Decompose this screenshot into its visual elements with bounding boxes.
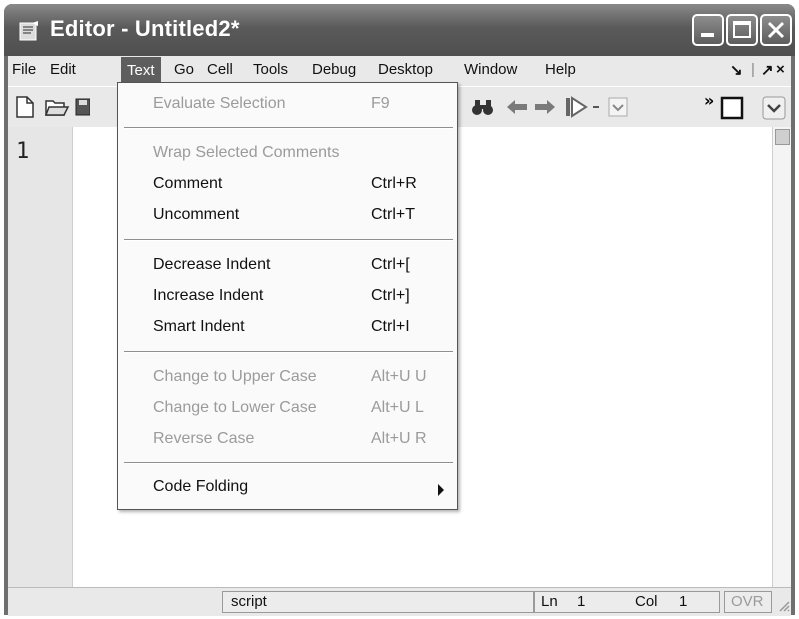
menu-item-label: Increase Indent [153, 287, 264, 304]
run-icon[interactable] [564, 96, 588, 118]
menu-item-change-to-upper-case[interactable]: Change to Upper Case Alt+U U [118, 364, 457, 392]
menu-item-label: Change to Upper Case [153, 368, 317, 385]
window-title: Editor - Untitled2* [50, 16, 240, 41]
menu-divider: | [751, 61, 755, 78]
menu-item-evaluate-selection[interactable]: Evaluate Selection F9 [118, 91, 457, 119]
menu-item-shortcut: Ctrl+I [371, 318, 410, 335]
col-value: 1 [679, 593, 688, 610]
close-icon [767, 21, 785, 39]
menu-window[interactable]: Window [464, 61, 517, 78]
toolbar-dropdown-icon[interactable] [762, 96, 786, 120]
menu-desktop[interactable]: Desktop [378, 61, 433, 78]
resize-grip-icon[interactable] [776, 598, 790, 612]
menu-item-label: Smart Indent [153, 318, 245, 335]
menu-item-shortcut: F9 [371, 95, 390, 112]
menu-item-uncomment[interactable]: Uncomment Ctrl+T [118, 202, 457, 230]
new-file-icon[interactable] [14, 95, 36, 119]
menu-item-label: Uncomment [153, 206, 240, 223]
position-field: Ln 1 Col 1 [534, 591, 720, 613]
menu-separator [124, 462, 453, 464]
menu-item-shortcut: Ctrl+] [371, 287, 410, 304]
dock-icon[interactable] [720, 96, 744, 120]
menu-debug[interactable]: Debug [312, 61, 356, 78]
menu-item-label: Wrap Selected Comments [153, 144, 340, 161]
vertical-scrollbar[interactable] [772, 127, 791, 587]
ln-value: 1 [577, 593, 586, 610]
ln-label: Ln [541, 593, 558, 610]
menu-item-shortcut: Ctrl+T [371, 206, 415, 223]
menu-cell[interactable]: Cell [207, 61, 233, 78]
menu-item-label: Evaluate Selection [153, 95, 286, 112]
close-button[interactable] [760, 14, 792, 46]
menu-item-code-folding[interactable]: Code Folding [118, 474, 457, 502]
find-binoculars-icon[interactable] [471, 97, 495, 117]
close-document-icon[interactable]: × [776, 61, 785, 78]
menu-item-label: Reverse Case [153, 430, 255, 447]
text-menu-dropdown: Evaluate Selection F9 Wrap Selected Comm… [117, 82, 458, 510]
run-dropdown-icon[interactable] [592, 104, 600, 110]
line-number-gutter: 1 [8, 127, 73, 587]
ovr-indicator: OVR [724, 591, 772, 613]
menu-separator [124, 351, 453, 353]
menu-item-increase-indent[interactable]: Increase Indent Ctrl+] [118, 283, 457, 311]
dock-arrow-icon[interactable]: ↗ [761, 61, 774, 79]
minimize-icon [701, 33, 714, 37]
title-bar[interactable]: Editor - Untitled2* [4, 4, 795, 56]
menu-go[interactable]: Go [174, 61, 194, 78]
menu-item-shortcut: Ctrl+R [371, 175, 417, 192]
menu-edit[interactable]: Edit [50, 61, 76, 78]
menu-item-shortcut: Alt+U L [371, 399, 424, 416]
menu-item-reverse-case[interactable]: Reverse Case Alt+U R [118, 426, 457, 454]
menu-separator [124, 239, 453, 241]
forward-arrow-icon[interactable] [533, 98, 557, 116]
back-arrow-icon[interactable] [505, 98, 529, 116]
menu-text[interactable]: Text [121, 57, 161, 85]
dropdown-icon[interactable] [608, 97, 628, 117]
file-type-field: script [222, 591, 534, 613]
save-icon[interactable] [74, 95, 90, 119]
menu-tools[interactable]: Tools [253, 61, 288, 78]
scrollbar-thumb[interactable] [775, 129, 790, 145]
menu-item-shortcut: Ctrl+[ [371, 256, 410, 273]
minimize-button[interactable] [692, 14, 724, 46]
maximize-icon [733, 21, 751, 38]
col-label: Col [635, 593, 658, 610]
submenu-arrow-icon [438, 484, 444, 496]
menu-item-label: Decrease Indent [153, 256, 271, 273]
undock-icon[interactable]: ↘ [730, 61, 743, 79]
overflow-icon[interactable]: » [704, 91, 714, 110]
menu-item-wrap-selected-comments[interactable]: Wrap Selected Comments [118, 140, 457, 168]
menu-item-label: Comment [153, 175, 223, 192]
menu-item-comment[interactable]: Comment Ctrl+R [118, 171, 457, 199]
menu-item-smart-indent[interactable]: Smart Indent Ctrl+I [118, 314, 457, 342]
menu-item-decrease-indent[interactable]: Decrease Indent Ctrl+[ [118, 252, 457, 280]
menu-item-change-to-lower-case[interactable]: Change to Lower Case Alt+U L [118, 395, 457, 423]
line-number: 1 [16, 139, 30, 164]
menu-file[interactable]: File [12, 61, 36, 78]
open-folder-icon[interactable] [44, 95, 70, 119]
maximize-button[interactable] [726, 14, 758, 46]
menu-help[interactable]: Help [545, 61, 576, 78]
menu-item-shortcut: Alt+U U [371, 368, 427, 385]
menu-item-label: Change to Lower Case [153, 399, 317, 416]
menu-separator [124, 127, 453, 129]
menu-item-shortcut: Alt+U R [371, 430, 427, 447]
status-bar: script Ln 1 Col 1 OVR [8, 587, 791, 616]
menu-item-label: Code Folding [153, 478, 249, 495]
editor-app-icon [19, 21, 38, 41]
